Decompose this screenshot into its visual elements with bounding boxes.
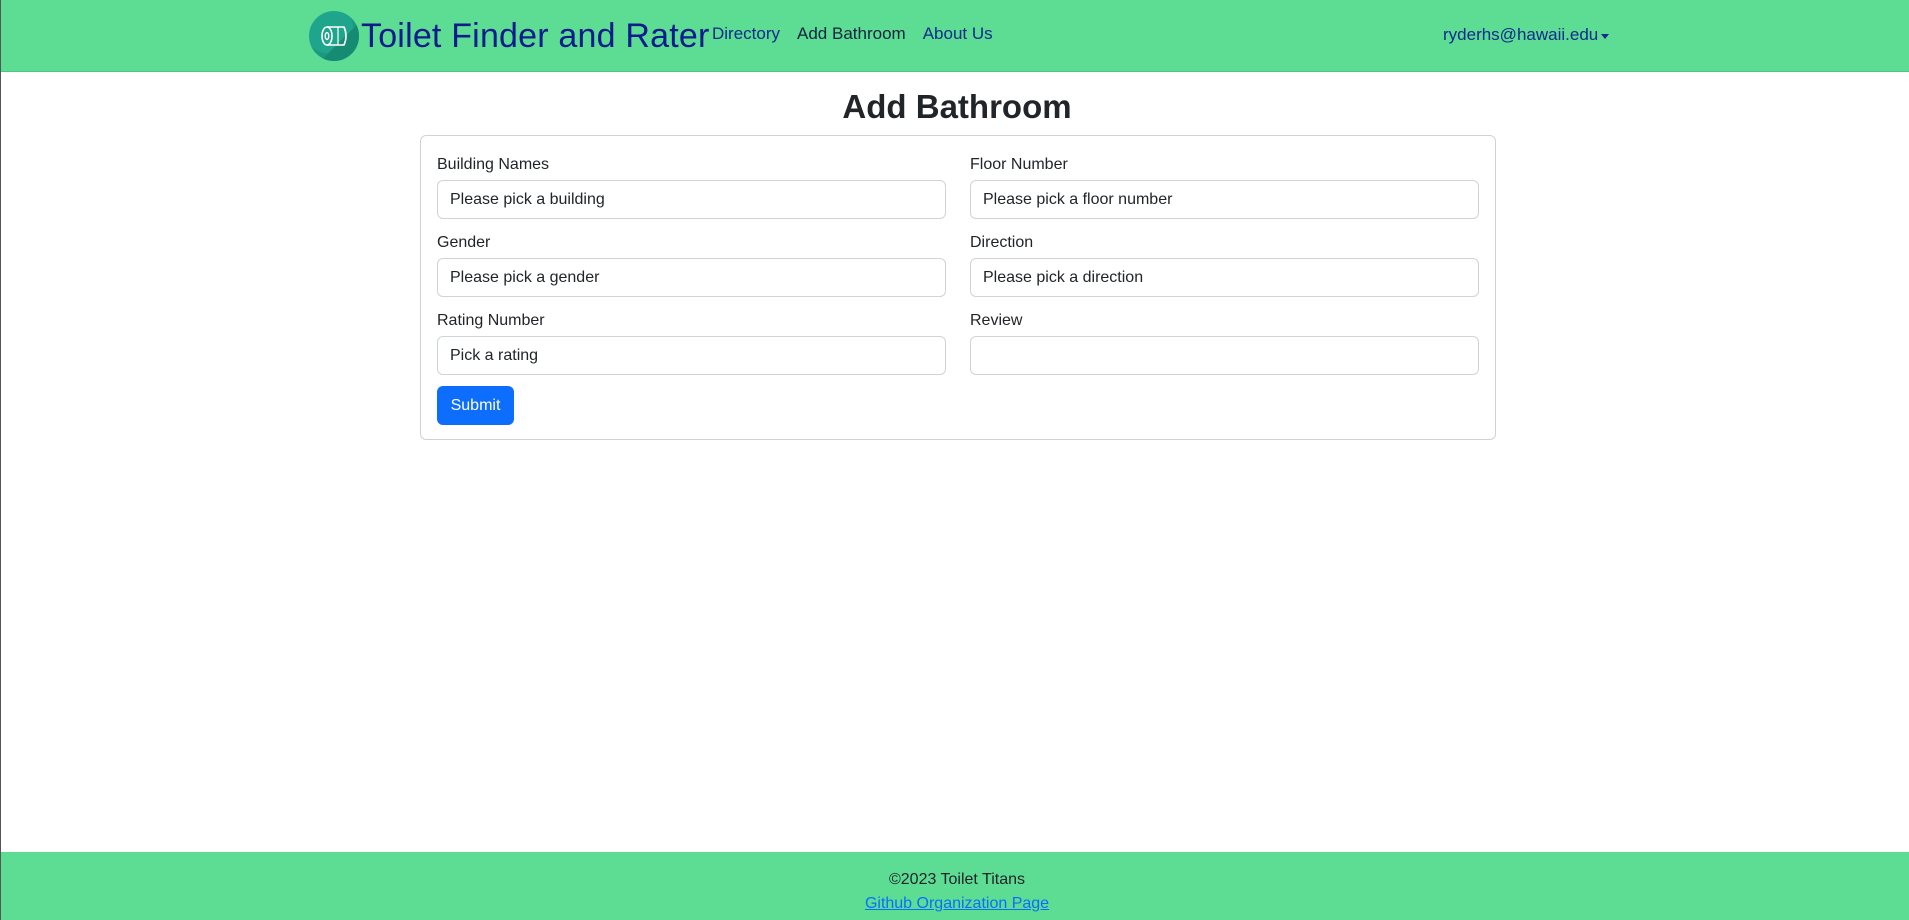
nav-links: Directory Add Bathroom About Us: [712, 24, 993, 44]
direction-select[interactable]: Please pick a direction: [970, 258, 1479, 297]
review-input[interactable]: [970, 336, 1479, 375]
gender-field: Gender Please pick a gender: [437, 232, 946, 297]
toilet-paper-logo-icon: [309, 11, 359, 61]
gender-select[interactable]: Please pick a gender: [437, 258, 946, 297]
review-label: Review: [970, 312, 1023, 329]
nav-link-about-us[interactable]: About Us: [923, 24, 993, 44]
nav-link-directory[interactable]: Directory: [712, 24, 780, 44]
review-field: Review: [970, 310, 1479, 375]
floor-field: Floor Number Please pick a floor number: [970, 154, 1479, 219]
caret-down-icon[interactable]: [1601, 33, 1610, 39]
page-title: Add Bathroom: [842, 88, 1072, 125]
direction-label: Direction: [970, 234, 1034, 251]
footer: ©2023 Toilet Titans Github Organization …: [1, 852, 1909, 920]
floor-label: Floor Number: [970, 156, 1068, 173]
submit-button[interactable]: Submit: [437, 386, 514, 425]
building-label: Building Names: [437, 156, 550, 173]
footer-link-container: Github Organization Page: [1, 895, 1909, 913]
rating-select[interactable]: Pick a rating: [437, 336, 946, 375]
github-organization-link[interactable]: Github Organization Page: [865, 895, 1049, 912]
brand-link[interactable]: Toilet Finder and Rater: [309, 11, 710, 61]
direction-field: Direction Please pick a direction: [970, 232, 1479, 297]
nav-link-add-bathroom[interactable]: Add Bathroom: [797, 24, 906, 44]
brand-title[interactable]: Toilet Finder and Rater: [361, 17, 710, 56]
rating-label: Rating Number: [437, 312, 545, 329]
floor-select[interactable]: Please pick a floor number: [970, 180, 1479, 219]
rating-field: Rating Number Pick a rating: [437, 310, 946, 375]
user-dropdown[interactable]: ryderhs@hawaii.edu: [1443, 25, 1610, 45]
add-bathroom-form: Building Names Please pick a building Fl…: [420, 135, 1496, 440]
navbar: Toilet Finder and Rater Directory Add Ba…: [1, 0, 1909, 72]
building-field: Building Names Please pick a building: [437, 154, 946, 219]
user-email[interactable]: ryderhs@hawaii.edu: [1443, 25, 1598, 45]
building-select[interactable]: Please pick a building: [437, 180, 946, 219]
gender-label: Gender: [437, 234, 491, 251]
footer-copyright: ©2023 Toilet Titans: [888, 871, 1026, 888]
